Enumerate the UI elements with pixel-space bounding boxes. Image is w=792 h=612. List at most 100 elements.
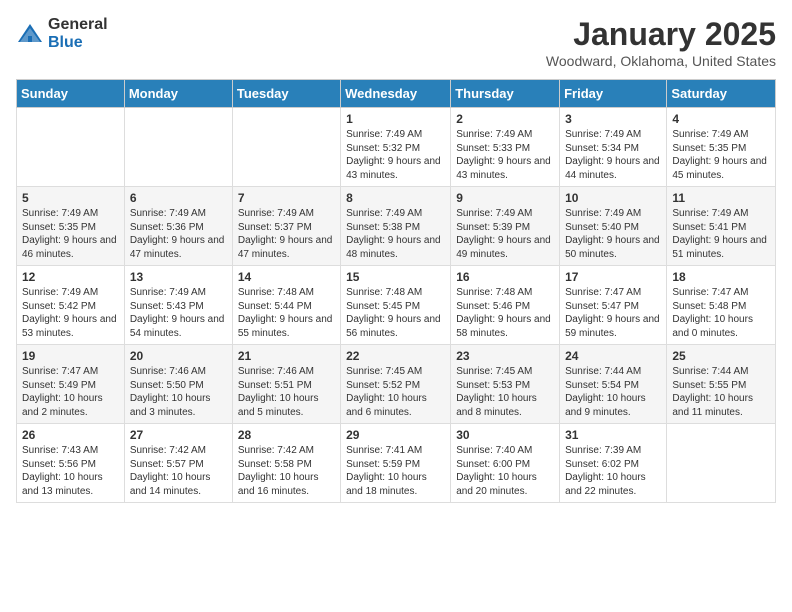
day-number: 7 bbox=[238, 191, 335, 205]
calendar-cell: 16Sunrise: 7:48 AM Sunset: 5:46 PM Dayli… bbox=[451, 266, 560, 345]
calendar-cell: 31 Sunrise: 7:39 AM Sunset: 6:02 PM Dayli… bbox=[560, 424, 667, 503]
calendar-cell: 19 Sunrise: 7:47 AM Sunset: 5:49 PM Dayli… bbox=[17, 345, 125, 424]
day-of-week-header: Monday bbox=[124, 80, 232, 108]
calendar-cell: 23Sunrise: 7:45 AM Sunset: 5:53 PM Dayli… bbox=[451, 345, 560, 424]
calendar-week-row: 5 Sunrise: 7:49 AM Sunset: 5:35 PM Daylig… bbox=[17, 187, 776, 266]
logo-text: General Blue bbox=[48, 16, 108, 51]
calendar-cell: 12 Sunrise: 7:49 AM Sunset: 5:42 PM Dayli… bbox=[17, 266, 125, 345]
day-number: 24 bbox=[565, 349, 661, 363]
day-info: Sunrise: 7:43 AM Sunset: 5:56 PM Dayligh… bbox=[22, 444, 119, 498]
day-number: 30 bbox=[456, 428, 554, 442]
calendar-cell: 29 Sunrise: 7:41 AM Sunset: 5:59 PM Dayli… bbox=[341, 424, 451, 503]
day-info: Sunrise: 7:49 AM Sunset: 5:41 PM Dayligh… bbox=[672, 207, 770, 261]
calendar-cell: 26 Sunrise: 7:43 AM Sunset: 5:56 PM Dayli… bbox=[17, 424, 125, 503]
day-info: Sunrise: 7:45 AM Sunset: 5:52 PM Dayligh… bbox=[346, 365, 445, 419]
calendar-cell: 6 Sunrise: 7:49 AM Sunset: 5:36 PM Daylig… bbox=[124, 187, 232, 266]
calendar-week-row: 26 Sunrise: 7:43 AM Sunset: 5:56 PM Dayli… bbox=[17, 424, 776, 503]
calendar-week-row: 19 Sunrise: 7:47 AM Sunset: 5:49 PM Dayli… bbox=[17, 345, 776, 424]
day-number: 11 bbox=[672, 191, 770, 205]
day-info: Sunrise: 7:49 AM Sunset: 5:35 PM Dayligh… bbox=[22, 207, 119, 261]
day-info: Sunrise: 7:49 AM Sunset: 5:36 PM Dayligh… bbox=[130, 207, 227, 261]
day-number: 3 bbox=[565, 112, 661, 126]
day-info: Sunrise: 7:49 AM Sunset: 5:39 PM Dayligh… bbox=[456, 207, 554, 261]
calendar-cell: 2 Sunrise: 7:49 AM Sunset: 5:33 PM Daylig… bbox=[451, 108, 560, 187]
calendar-cell bbox=[667, 424, 776, 503]
page-header: General Blue January 2025 Woodward, Okla… bbox=[16, 16, 776, 69]
day-info: Sunrise: 7:39 AM Sunset: 6:02 PM Dayligh… bbox=[565, 444, 661, 498]
day-info: Sunrise: 7:45 AM Sunset: 5:53 PM Dayligh… bbox=[456, 365, 554, 419]
day-info: Sunrise: 7:47 AM Sunset: 5:49 PM Dayligh… bbox=[22, 365, 119, 419]
day-number: 29 bbox=[346, 428, 445, 442]
day-info: Sunrise: 7:40 AM Sunset: 6:00 PM Dayligh… bbox=[456, 444, 554, 498]
calendar-cell: 14Sunrise: 7:48 AM Sunset: 5:44 PM Dayli… bbox=[232, 266, 340, 345]
day-number: 26 bbox=[22, 428, 119, 442]
calendar-cell: 18 Sunrise: 7:47 AM Sunset: 5:48 PM Dayli… bbox=[667, 266, 776, 345]
day-info: Sunrise: 7:47 AM Sunset: 5:48 PM Dayligh… bbox=[672, 286, 770, 340]
day-info: Sunrise: 7:49 AM Sunset: 5:32 PM Dayligh… bbox=[346, 128, 445, 182]
day-info: Sunrise: 7:46 AM Sunset: 5:50 PM Dayligh… bbox=[130, 365, 227, 419]
calendar-cell: 30 Sunrise: 7:40 AM Sunset: 6:00 PM Dayli… bbox=[451, 424, 560, 503]
day-number: 12 bbox=[22, 270, 119, 284]
day-info: Sunrise: 7:49 AM Sunset: 5:43 PM Dayligh… bbox=[130, 286, 227, 340]
day-number: 8 bbox=[346, 191, 445, 205]
day-number: 13 bbox=[130, 270, 227, 284]
day-number: 27 bbox=[130, 428, 227, 442]
day-number: 6 bbox=[130, 191, 227, 205]
calendar-cell: 24 Sunrise: 7:44 AM Sunset: 5:54 PM Dayli… bbox=[560, 345, 667, 424]
day-info: Sunrise: 7:47 AM Sunset: 5:47 PM Dayligh… bbox=[565, 286, 661, 340]
day-number: 19 bbox=[22, 349, 119, 363]
calendar-cell bbox=[232, 108, 340, 187]
day-of-week-header: Friday bbox=[560, 80, 667, 108]
day-number: 16 bbox=[456, 270, 554, 284]
day-info: Sunrise: 7:41 AM Sunset: 5:59 PM Dayligh… bbox=[346, 444, 445, 498]
day-info: Sunrise: 7:48 AM Sunset: 5:45 PM Dayligh… bbox=[346, 286, 445, 340]
logo: General Blue bbox=[16, 16, 108, 51]
calendar-cell: 1Sunrise: 7:49 AM Sunset: 5:32 PM Daylig… bbox=[341, 108, 451, 187]
day-info: Sunrise: 7:49 AM Sunset: 5:35 PM Dayligh… bbox=[672, 128, 770, 182]
calendar-week-row: 1Sunrise: 7:49 AM Sunset: 5:32 PM Daylig… bbox=[17, 108, 776, 187]
day-number: 2 bbox=[456, 112, 554, 126]
location-text: Woodward, Oklahoma, United States bbox=[546, 53, 776, 69]
calendar-cell: 27 Sunrise: 7:42 AM Sunset: 5:57 PM Dayli… bbox=[124, 424, 232, 503]
day-info: Sunrise: 7:49 AM Sunset: 5:33 PM Dayligh… bbox=[456, 128, 554, 182]
day-number: 4 bbox=[672, 112, 770, 126]
calendar-cell: 3 Sunrise: 7:49 AM Sunset: 5:34 PM Daylig… bbox=[560, 108, 667, 187]
day-number: 9 bbox=[456, 191, 554, 205]
day-info: Sunrise: 7:44 AM Sunset: 5:55 PM Dayligh… bbox=[672, 365, 770, 419]
day-info: Sunrise: 7:42 AM Sunset: 5:58 PM Dayligh… bbox=[238, 444, 335, 498]
day-of-week-header: Sunday bbox=[17, 80, 125, 108]
day-info: Sunrise: 7:49 AM Sunset: 5:38 PM Dayligh… bbox=[346, 207, 445, 261]
calendar-cell: 25 Sunrise: 7:44 AM Sunset: 5:55 PM Dayli… bbox=[667, 345, 776, 424]
calendar-cell: 10Sunrise: 7:49 AM Sunset: 5:40 PM Dayli… bbox=[560, 187, 667, 266]
calendar-cell: 5 Sunrise: 7:49 AM Sunset: 5:35 PM Daylig… bbox=[17, 187, 125, 266]
day-info: Sunrise: 7:49 AM Sunset: 5:40 PM Dayligh… bbox=[565, 207, 661, 261]
day-of-week-header: Tuesday bbox=[232, 80, 340, 108]
calendar-cell: 22 Sunrise: 7:45 AM Sunset: 5:52 PM Dayli… bbox=[341, 345, 451, 424]
logo-general-text: General bbox=[48, 16, 108, 34]
calendar-cell: 15 Sunrise: 7:48 AM Sunset: 5:45 PM Dayli… bbox=[341, 266, 451, 345]
calendar-cell bbox=[17, 108, 125, 187]
month-title: January 2025 bbox=[546, 16, 776, 53]
calendar-cell: 17 Sunrise: 7:47 AM Sunset: 5:47 PM Dayli… bbox=[560, 266, 667, 345]
calendar-cell: 8 Sunrise: 7:49 AM Sunset: 5:38 PM Daylig… bbox=[341, 187, 451, 266]
day-info: Sunrise: 7:42 AM Sunset: 5:57 PM Dayligh… bbox=[130, 444, 227, 498]
day-number: 5 bbox=[22, 191, 119, 205]
calendar-cell: 9 Sunrise: 7:49 AM Sunset: 5:39 PM Daylig… bbox=[451, 187, 560, 266]
day-number: 22 bbox=[346, 349, 445, 363]
day-info: Sunrise: 7:49 AM Sunset: 5:34 PM Dayligh… bbox=[565, 128, 661, 182]
day-number: 31 bbox=[565, 428, 661, 442]
day-info: Sunrise: 7:44 AM Sunset: 5:54 PM Dayligh… bbox=[565, 365, 661, 419]
day-number: 25 bbox=[672, 349, 770, 363]
calendar-cell: 4 Sunrise: 7:49 AM Sunset: 5:35 PM Daylig… bbox=[667, 108, 776, 187]
calendar-cell bbox=[124, 108, 232, 187]
day-of-week-header: Thursday bbox=[451, 80, 560, 108]
calendar-week-row: 12 Sunrise: 7:49 AM Sunset: 5:42 PM Dayli… bbox=[17, 266, 776, 345]
day-number: 18 bbox=[672, 270, 770, 284]
day-number: 15 bbox=[346, 270, 445, 284]
day-number: 14 bbox=[238, 270, 335, 284]
day-number: 17 bbox=[565, 270, 661, 284]
calendar-cell: 13 Sunrise: 7:49 AM Sunset: 5:43 PM Dayli… bbox=[124, 266, 232, 345]
calendar-cell: 11 Sunrise: 7:49 AM Sunset: 5:41 PM Dayli… bbox=[667, 187, 776, 266]
day-info: Sunrise: 7:49 AM Sunset: 5:42 PM Dayligh… bbox=[22, 286, 119, 340]
logo-blue-text: Blue bbox=[48, 34, 108, 52]
